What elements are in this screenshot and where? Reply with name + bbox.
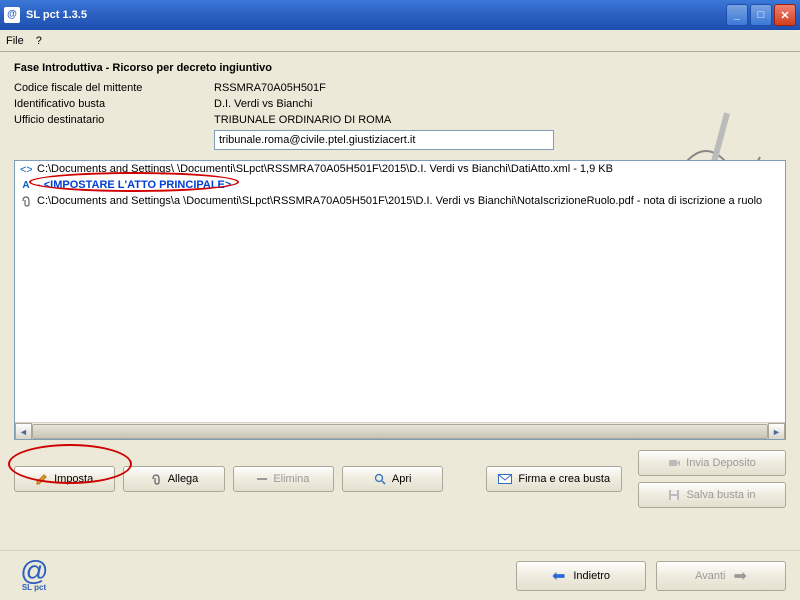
pencil-icon xyxy=(36,473,48,485)
indietro-button[interactable]: ⬅ Indietro xyxy=(516,561,646,591)
minimize-button[interactable]: _ xyxy=(726,4,748,26)
placeholder-text: - <IMPOSTARE L'ATTO PRINCIPALE> xyxy=(37,179,231,191)
clip-icon xyxy=(150,473,162,485)
xml-icon: <> xyxy=(19,162,33,176)
busta-value: D.I. Verdi vs Bianchi xyxy=(214,98,312,110)
salva-label: Salva busta in xyxy=(686,489,755,501)
allega-button[interactable]: Allega xyxy=(123,466,224,492)
elimina-button[interactable]: Elimina xyxy=(233,466,334,492)
minus-icon xyxy=(257,478,267,480)
avanti-button[interactable]: Avanti ➡ xyxy=(656,561,786,591)
phase-header: Fase Introduttiva - Ricorso per decreto … xyxy=(14,62,786,74)
at-icon: @ xyxy=(20,559,48,583)
salva-button[interactable]: Salva busta in xyxy=(638,482,786,508)
file-path: C:\Documents and Settings\ \Documenti\SL… xyxy=(37,163,613,175)
menu-file[interactable]: File xyxy=(6,35,24,47)
maximize-button[interactable]: □ xyxy=(750,4,772,26)
bottom-bar: @ SL pct ⬅ Indietro Avanti ➡ xyxy=(0,550,800,600)
mail-icon xyxy=(498,474,512,484)
scroll-track[interactable] xyxy=(32,423,768,439)
allega-label: Allega xyxy=(168,473,199,485)
invia-label: Invia Deposito xyxy=(686,457,756,469)
firma-button[interactable]: Firma e crea busta xyxy=(486,466,622,492)
placeholder-icon: A xyxy=(19,178,33,192)
close-button[interactable]: ✕ xyxy=(774,4,796,26)
imposta-label: Imposta xyxy=(54,473,93,485)
scroll-thumb[interactable] xyxy=(32,424,768,439)
scroll-right-button[interactable]: ► xyxy=(768,423,785,440)
magnifier-icon xyxy=(374,473,386,485)
invia-button[interactable]: Invia Deposito xyxy=(638,450,786,476)
avanti-label: Avanti xyxy=(695,570,725,582)
menubar: File ? xyxy=(0,30,800,52)
ufficio-label: Ufficio destinatario xyxy=(14,114,214,126)
window-controls: _ □ ✕ xyxy=(726,4,796,26)
menu-help[interactable]: ? xyxy=(36,35,42,47)
file-row[interactable]: C:\Documents and Settings\a \Documenti\S… xyxy=(15,193,785,209)
file-row-placeholder[interactable]: A - <IMPOSTARE L'ATTO PRINCIPALE> xyxy=(15,177,785,193)
apri-label: Apri xyxy=(392,473,412,485)
email-field[interactable]: tribunale.roma@civile.ptel.giustiziacert… xyxy=(214,130,554,150)
imposta-button[interactable]: Imposta xyxy=(14,466,115,492)
titlebar: @ SL pct 1.3.5 _ □ ✕ xyxy=(0,0,800,30)
app-logo: @ SL pct xyxy=(14,556,54,596)
busta-label: Identificativo busta xyxy=(14,98,214,110)
svg-text:<>: <> xyxy=(20,164,32,175)
send-icon xyxy=(668,457,680,469)
indietro-label: Indietro xyxy=(573,570,610,582)
window-title: SL pct 1.3.5 xyxy=(26,9,726,21)
file-row[interactable]: <> C:\Documents and Settings\ \Documenti… xyxy=(15,161,785,177)
scroll-left-button[interactable]: ◄ xyxy=(15,423,32,440)
file-list-panel: <> C:\Documents and Settings\ \Documenti… xyxy=(14,160,786,440)
elimina-label: Elimina xyxy=(273,473,309,485)
floppy-icon xyxy=(668,489,680,501)
horizontal-scrollbar[interactable]: ◄ ► xyxy=(15,422,785,439)
codice-value: RSSMRA70A05H501F xyxy=(214,82,326,94)
ufficio-value: TRIBUNALE ORDINARIO DI ROMA xyxy=(214,114,391,126)
codice-label: Codice fiscale del mittente xyxy=(14,82,214,94)
file-path: C:\Documents and Settings\a \Documenti\S… xyxy=(37,195,762,207)
logo-text: SL pct xyxy=(22,583,46,592)
arrow-right-icon: ➡ xyxy=(733,566,746,586)
apri-button[interactable]: Apri xyxy=(342,466,443,492)
clip-icon xyxy=(19,194,33,208)
firma-label: Firma e crea busta xyxy=(518,473,610,485)
email-value: tribunale.roma@civile.ptel.giustiziacert… xyxy=(219,134,415,146)
arrow-left-icon: ⬅ xyxy=(552,566,565,586)
app-icon: @ xyxy=(4,7,20,23)
